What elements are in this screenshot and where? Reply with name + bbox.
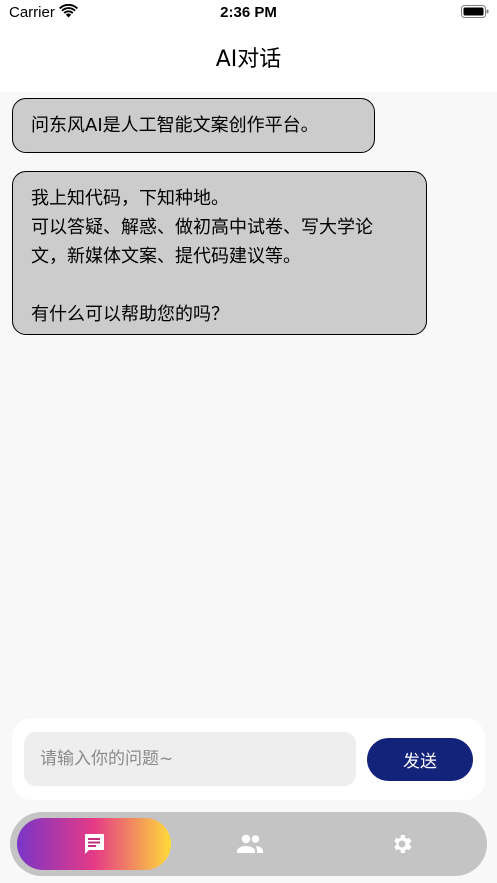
question-input[interactable] (24, 732, 356, 786)
chat-area[interactable]: 问东风AI是人工智能文案创作平台。 我上知代码，下知种地。 可以答疑、解惑、做初… (0, 92, 497, 717)
chat-bubble: 我上知代码，下知种地。 可以答疑、解惑、做初高中试卷、写大学论文，新媒体文案、提… (12, 171, 427, 335)
contacts-icon (237, 834, 263, 853)
tab-contacts[interactable] (210, 818, 290, 870)
tab-settings[interactable] (362, 818, 442, 870)
send-button[interactable]: 发送 (367, 738, 473, 781)
nav-bar: AI对话 (0, 26, 497, 92)
tab-chat[interactable] (17, 818, 171, 870)
chat-icon (85, 834, 104, 854)
chat-bubble: 问东风AI是人工智能文案创作平台。 (12, 98, 375, 153)
tab-bar (10, 812, 487, 876)
page-title: AI对话 (215, 47, 282, 72)
input-panel: 发送 (12, 718, 485, 800)
status-bar: Carrier 2:36 PM (0, 0, 497, 26)
gear-icon (394, 835, 412, 853)
battery-icon (461, 5, 489, 18)
clock: 2:36 PM (220, 4, 277, 21)
